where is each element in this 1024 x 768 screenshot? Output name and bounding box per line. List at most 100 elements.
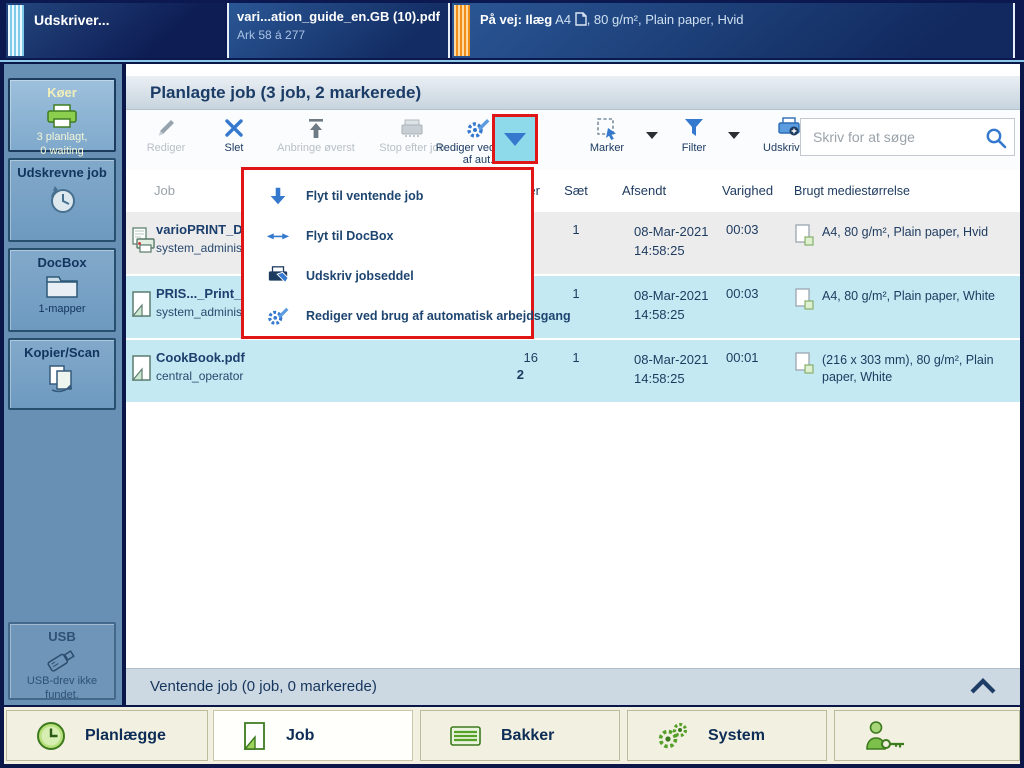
delete-button[interactable]: Slet bbox=[208, 114, 260, 168]
job-row-cookbook[interactable]: CookBook.pdf central_operator 16 2 1 08-… bbox=[126, 340, 1020, 402]
attention-stripe-icon bbox=[454, 5, 470, 56]
move-down-icon bbox=[267, 185, 289, 207]
move-to-top-button: Anbringe øverst bbox=[268, 114, 364, 168]
printer-icon bbox=[44, 103, 80, 129]
print-ticket-icon bbox=[266, 265, 290, 287]
panel-title-bar: Planlagte job (3 job, 2 markerede) bbox=[126, 76, 1020, 110]
marker-dropdown-caret[interactable] bbox=[646, 132, 658, 139]
sidebar-item-label: USB bbox=[10, 629, 114, 644]
marker-select-icon bbox=[594, 115, 620, 141]
sidebar-item-kopier-scan[interactable]: Kopier/Scan bbox=[8, 338, 116, 410]
filter-funnel-icon bbox=[682, 116, 706, 140]
chevron-up-icon[interactable] bbox=[968, 677, 998, 695]
tab-operator-login[interactable] bbox=[834, 710, 1020, 761]
next-action-bold: På vej: Ilæg bbox=[480, 12, 552, 27]
queue-count-line1: 3 planlagt, bbox=[10, 130, 114, 144]
schedule-clock-icon bbox=[35, 720, 67, 752]
job-duration: 00:03 bbox=[720, 222, 790, 274]
job-media: A4, 80 g/m², Plain paper, White bbox=[790, 286, 1020, 338]
column-header-media: Brugt mediestørrelse bbox=[790, 181, 1020, 200]
tab-system[interactable]: System bbox=[627, 710, 827, 761]
filter-button[interactable]: Filter bbox=[668, 114, 720, 168]
print-now-icon bbox=[776, 116, 802, 140]
current-job-name: vari...ation_guide_en.GB (10).pdf bbox=[237, 9, 440, 24]
sidebar-item-koer[interactable]: Køer 3 planlagt, 0 waiting bbox=[8, 78, 116, 152]
scheduled-jobs-panel: Planlagte job (3 job, 2 markerede) Redig… bbox=[126, 64, 1020, 705]
edit-button: Rediger bbox=[136, 114, 196, 168]
search-input[interactable] bbox=[811, 119, 979, 155]
column-header-submitted: Afsendt bbox=[606, 181, 720, 200]
next-action-panel: På vej: Ilæg A4 , 80 g/m², Plain paper, … bbox=[452, 3, 1015, 58]
page-icon bbox=[575, 12, 587, 26]
job-media: A4, 80 g/m², Plain paper, Hvid bbox=[790, 222, 1020, 274]
tab-bakker[interactable]: Bakker bbox=[420, 710, 620, 761]
menu-item-print-job-ticket[interactable]: Udskriv jobseddel bbox=[244, 256, 531, 296]
sidebar-item-usb: USB USB-drev ikke fundet. bbox=[8, 622, 116, 700]
sheet-progress-text: Ark 58 á 277 bbox=[237, 28, 305, 42]
next-action-text: På vej: Ilæg A4 , 80 g/m², Plain paper, … bbox=[480, 12, 744, 27]
job-submitted: 08-Mar-2021 14:58:25 bbox=[606, 350, 720, 402]
job-owner: central_operator bbox=[156, 369, 486, 383]
job-pages: 16 bbox=[486, 350, 546, 365]
queue-count-line2: 0 waiting bbox=[10, 144, 114, 158]
system-gears-icon bbox=[656, 721, 690, 751]
menu-item-edit-auto-workflow[interactable]: Rediger ved brug af automatisk arbejdsga… bbox=[244, 296, 531, 336]
job-submitted: 08-Mar-2021 14:58:25 bbox=[606, 222, 720, 274]
media-icon bbox=[794, 288, 816, 312]
sidebar: Køer 3 planlagt, 0 waiting Udskrevne job… bbox=[4, 64, 122, 705]
column-header-sets: Sæt bbox=[546, 183, 606, 198]
folder-icon bbox=[44, 273, 80, 301]
move-horizontal-icon bbox=[266, 227, 290, 245]
status-topbar: Udskriver... vari...ation_guide_en.GB (1… bbox=[0, 0, 1024, 62]
filter-dropdown-caret[interactable] bbox=[728, 132, 740, 139]
menu-item-move-to-waiting[interactable]: Flyt til ventende job bbox=[244, 176, 531, 216]
menu-item-move-to-docbox[interactable]: Flyt til DocBox bbox=[244, 216, 531, 256]
column-header-duration: Varighed bbox=[720, 183, 790, 198]
usb-status-line2: fundet. bbox=[10, 688, 114, 702]
media-icon bbox=[794, 224, 816, 248]
tab-planlaegge[interactable]: Planlægge bbox=[6, 710, 208, 761]
job-document-icon bbox=[242, 721, 268, 751]
pencil-icon bbox=[154, 116, 178, 140]
job-media: (216 x 303 mm), 80 g/m², Plain paper, Wh… bbox=[790, 350, 1020, 402]
sidebar-item-label: DocBox bbox=[10, 255, 114, 270]
next-media-size: A4 bbox=[555, 12, 571, 27]
more-actions-dropdown-button[interactable] bbox=[492, 114, 538, 164]
sidebar-item-label: Kopier/Scan bbox=[10, 345, 114, 360]
job-name: CookBook.pdf bbox=[156, 350, 486, 365]
search-icon[interactable] bbox=[984, 126, 1008, 150]
gear-pencil-icon bbox=[465, 116, 491, 140]
job-duration: 00:01 bbox=[720, 350, 790, 402]
document-job-icon bbox=[131, 290, 155, 318]
job-sets: 1 bbox=[546, 222, 606, 274]
marker-button[interactable]: Marker bbox=[576, 114, 638, 168]
job-pages-sub: 2 bbox=[486, 367, 546, 382]
sidebar-item-label: Udskrevne job bbox=[10, 165, 114, 180]
sidebar-item-udskrevne-job[interactable]: Udskrevne job bbox=[8, 158, 116, 242]
job-duration: 00:03 bbox=[720, 286, 790, 338]
waiting-jobs-bar: Ventende job (0 job, 0 markerede) bbox=[126, 668, 1020, 705]
gear-pencil-icon bbox=[266, 305, 290, 327]
usb-status-line1: USB-drev ikke bbox=[10, 674, 114, 688]
operator-key-icon bbox=[863, 720, 907, 752]
next-media-detail: , 80 g/m², Plain paper, Hvid bbox=[587, 12, 744, 27]
move-to-top-icon bbox=[304, 116, 328, 140]
printer-status-panel: Udskriver... bbox=[6, 3, 225, 58]
chevron-down-icon bbox=[504, 133, 526, 146]
printing-activity-stripe-icon bbox=[8, 5, 24, 56]
current-job-panel: vari...ation_guide_en.GB (10).pdf Ark 58… bbox=[227, 3, 450, 58]
usb-drive-icon bbox=[42, 647, 82, 673]
paper-tray-icon bbox=[449, 724, 483, 748]
printing-job-icon bbox=[131, 226, 157, 254]
jobs-toolbar: Rediger Slet Anbringe øverst Stop efter … bbox=[126, 110, 1020, 170]
document-job-icon bbox=[131, 354, 155, 382]
tab-job[interactable]: Job bbox=[213, 710, 413, 761]
main-tab-bar: Planlægge Job Bakker System bbox=[4, 707, 1020, 764]
more-actions-menu: Flyt til ventende job Flyt til DocBox Ud… bbox=[241, 167, 534, 339]
sidebar-item-label: Køer bbox=[10, 85, 114, 100]
stop-after-job-icon bbox=[399, 117, 425, 139]
sidebar-item-docbox[interactable]: DocBox 1-mapper bbox=[8, 248, 116, 332]
copy-scan-icon bbox=[45, 363, 79, 393]
job-submitted: 08-Mar-2021 14:58:25 bbox=[606, 286, 720, 338]
job-sets: 1 bbox=[546, 350, 606, 402]
